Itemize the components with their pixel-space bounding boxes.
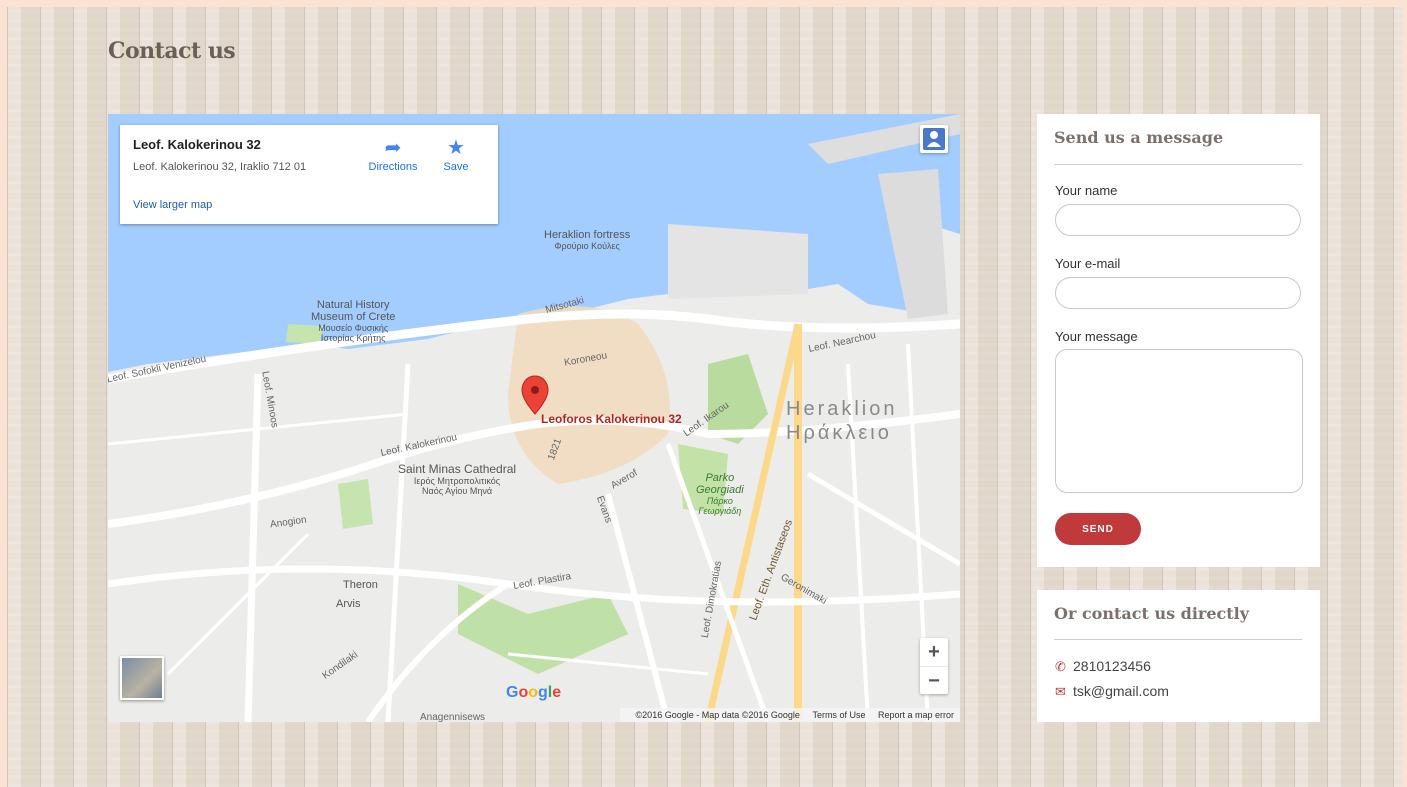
message-form-panel: Send us a message Your name Your e-mail … bbox=[1037, 114, 1320, 567]
email-label: Your e-mail bbox=[1055, 256, 1121, 271]
map-label-museum: Natural History Museum of Crete Μουσείο … bbox=[311, 299, 396, 343]
map-road-label: Anagennisews bbox=[420, 712, 486, 722]
send-button[interactable]: SEND bbox=[1055, 513, 1141, 545]
google-logo-letter: o bbox=[528, 684, 539, 701]
info-card-address: Leof. Kalokerinou 32, Iraklio 712 01 bbox=[133, 161, 307, 173]
google-logo: Google bbox=[506, 684, 561, 702]
map-label-cathedral: Saint Minas Cathedral Ιερός Μητροπολιτικ… bbox=[398, 462, 517, 496]
message-form-title: Send us a message bbox=[1054, 128, 1224, 147]
page-title: Contact us bbox=[108, 38, 236, 64]
panel-divider bbox=[1054, 164, 1302, 165]
panel-divider bbox=[1054, 639, 1302, 640]
google-logo-letter: g bbox=[538, 684, 548, 701]
map-label-city-en: Heraklion bbox=[786, 398, 898, 420]
pegman-button[interactable] bbox=[920, 125, 948, 153]
map-label-arvis: Arvis bbox=[336, 598, 361, 610]
map-label-fortress: Heraklion fortress Φρούριο Κούλες bbox=[544, 229, 631, 251]
directions-label: Directions bbox=[368, 161, 418, 173]
directions-icon: ➦ bbox=[384, 137, 402, 159]
direct-contact-title: Or contact us directly bbox=[1054, 604, 1250, 623]
map-embed[interactable]: Heraklion fortress Φρούριο Κούλες Natura… bbox=[108, 114, 960, 722]
save-label: Save bbox=[443, 161, 469, 173]
map-label-theron: Theron bbox=[343, 579, 378, 591]
satellite-toggle[interactable] bbox=[120, 656, 164, 700]
directions-button[interactable]: ➦ Directions bbox=[358, 135, 428, 173]
name-input[interactable] bbox=[1055, 204, 1301, 236]
email-row: ✉ tsk@gmail.com bbox=[1055, 683, 1169, 700]
email-address[interactable]: tsk@gmail.com bbox=[1073, 683, 1169, 699]
google-logo-letter: e bbox=[552, 684, 562, 701]
google-logo-letter: G bbox=[506, 684, 519, 701]
view-larger-map-link[interactable]: View larger map bbox=[133, 199, 212, 211]
message-label: Your message bbox=[1055, 329, 1138, 344]
phone-number: 2810123456 bbox=[1073, 658, 1151, 674]
zoom-in-button[interactable]: + bbox=[920, 638, 948, 667]
map-copyright: ©2016 Google - Map data ©2016 Google bbox=[635, 710, 800, 720]
person-icon bbox=[923, 128, 945, 150]
google-logo-letter: o bbox=[518, 684, 529, 701]
map-label-city-gr: Ηράκλειο bbox=[786, 422, 892, 444]
email-input[interactable] bbox=[1055, 277, 1301, 309]
zoom-out-button[interactable]: − bbox=[920, 667, 948, 695]
name-label: Your name bbox=[1055, 183, 1118, 198]
map-marker-label: Leoforos Kalokerinou 32 bbox=[541, 412, 682, 426]
direct-contact-panel: Or contact us directly ✆ 2810123456 ✉ tsk@… bbox=[1037, 590, 1320, 722]
save-button[interactable]: ★ Save bbox=[431, 135, 481, 173]
terms-link[interactable]: Terms of Use bbox=[812, 710, 865, 720]
phone-icon: ✆ bbox=[1055, 659, 1066, 674]
info-card-title: Leof. Kalokerinou 32 bbox=[133, 137, 261, 152]
map-label-park: Parko Georgiadi Πάρκο Γεωργιάδη bbox=[696, 472, 744, 516]
map-info-card: Leof. Kalokerinou 32 Leof. Kalokerinou 3… bbox=[120, 125, 498, 224]
phone-row: ✆ 2810123456 bbox=[1055, 658, 1151, 675]
report-error-link[interactable]: Report a map error bbox=[878, 710, 954, 720]
zoom-controls: + − bbox=[920, 638, 948, 694]
map-attribution: ©2016 Google - Map data ©2016 Google Ter… bbox=[619, 708, 960, 722]
envelope-icon: ✉ bbox=[1055, 684, 1066, 699]
star-icon: ★ bbox=[447, 137, 465, 159]
message-textarea[interactable] bbox=[1055, 349, 1303, 493]
